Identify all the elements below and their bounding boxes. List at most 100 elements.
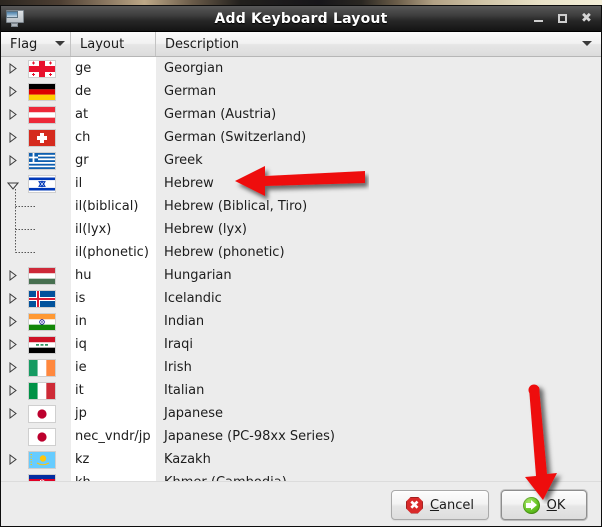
row-layout-code: ie (75, 360, 87, 375)
table-row[interactable]: it Italian (1, 379, 601, 402)
table-row[interactable]: at German (Austria) (1, 103, 601, 126)
table-row[interactable]: il(biblical) Hebrew (Biblical, Tiro) (1, 195, 601, 218)
table-row[interactable]: kz Kazakh (1, 448, 601, 471)
cancel-button-label: Cancel (430, 498, 474, 513)
row-flag-cell (1, 172, 71, 195)
expander-collapsed-icon[interactable] (8, 316, 18, 327)
row-description: Hebrew (lyx) (164, 222, 247, 237)
table-row[interactable]: iq Iraqi (1, 333, 601, 356)
title-bar[interactable]: Add Keyboard Layout ✖ (1, 6, 601, 32)
row-layout-code: iq (75, 337, 87, 352)
table-row[interactable]: de German (1, 80, 601, 103)
expander-collapsed-icon[interactable] (8, 408, 18, 419)
cancel-button[interactable]: ✖ Cancel (390, 490, 489, 520)
flag-icon-gr (29, 153, 55, 169)
ok-mnemonic: O (546, 497, 557, 513)
row-description: Georgian (164, 61, 224, 76)
flag-icon-ch (29, 130, 55, 146)
expander-collapsed-icon[interactable] (8, 293, 18, 304)
table-row[interactable]: ie Irish (1, 356, 601, 379)
row-layout-code: is (75, 291, 86, 306)
cancel-mnemonic: C (429, 497, 440, 513)
row-layout-code: ch (75, 130, 91, 145)
row-description: Hungarian (164, 268, 232, 283)
window-title: Add Keyboard Layout (214, 10, 388, 27)
table-row[interactable]: ge Georgian (1, 57, 601, 80)
expander-collapsed-icon[interactable] (8, 362, 18, 373)
row-description: Icelandic (164, 291, 222, 306)
row-description: German (Austria) (164, 107, 277, 122)
flag-icon-jp (29, 429, 55, 445)
ok-button[interactable]: OK (501, 490, 587, 520)
flag-icon-ge (29, 61, 55, 77)
table-row[interactable]: nec_vndr/jp Japanese (PC-98xx Series) (1, 425, 601, 448)
row-flag-cell (1, 379, 71, 402)
expander-collapsed-icon[interactable] (8, 270, 18, 281)
table-row[interactable]: il Hebrew (1, 172, 601, 195)
window-controls: ✖ (533, 12, 601, 25)
flag-icon-ie (29, 360, 55, 376)
chevron-down-icon[interactable] (582, 41, 592, 47)
minimize-button[interactable] (533, 12, 544, 25)
column-header-flag[interactable]: Flag (1, 32, 71, 56)
expander-collapsed-icon[interactable] (8, 155, 18, 166)
table-row[interactable]: jp Japanese (1, 402, 601, 425)
row-description: Italian (164, 383, 205, 398)
table-row[interactable]: gr Greek (1, 149, 601, 172)
expander-collapsed-icon[interactable] (8, 339, 18, 350)
flag-icon-de (29, 84, 55, 100)
row-flag-cell (1, 149, 71, 172)
table-row[interactable]: in Indian (1, 310, 601, 333)
row-flag-cell (1, 80, 71, 103)
chevron-down-icon[interactable] (55, 41, 65, 47)
row-layout-code: il(lyx) (75, 222, 112, 237)
row-layout-code: hu (75, 268, 92, 283)
row-layout-code: jp (75, 406, 87, 421)
expander-collapsed-icon[interactable] (8, 63, 18, 74)
ok-button-label: OK (547, 498, 566, 513)
flag-icon-il (29, 176, 55, 192)
add-keyboard-layout-dialog: Add Keyboard Layout ✖ Flag Layout Descri… (0, 5, 602, 527)
flag-icon-is (29, 291, 55, 307)
row-description: Hebrew (phonetic) (164, 245, 285, 260)
row-flag-cell (1, 241, 71, 264)
flag-icon-kz (29, 452, 55, 468)
expander-collapsed-icon[interactable] (8, 109, 18, 120)
expander-collapsed-icon[interactable] (8, 454, 18, 465)
tree-rows: ge Georgian de German at German (Austria) ch Ge… (1, 57, 601, 481)
column-header: Flag Layout Description (1, 32, 601, 57)
close-button[interactable]: ✖ (581, 12, 592, 25)
expander-collapsed-icon[interactable] (8, 132, 18, 143)
row-layout-code: il(phonetic) (75, 245, 149, 260)
table-row[interactable]: hu Hungarian (1, 264, 601, 287)
layout-tree-list[interactable]: ge Georgian de German at German (Austria) ch Ge… (1, 57, 601, 481)
flag-icon-hu (29, 268, 55, 284)
flag-icon-in (29, 314, 55, 330)
maximize-button[interactable] (557, 12, 568, 25)
expander-expanded-icon[interactable] (6, 179, 20, 190)
row-flag-cell (1, 126, 71, 149)
table-row[interactable]: is Icelandic (1, 287, 601, 310)
table-row[interactable]: il(phonetic) Hebrew (phonetic) (1, 241, 601, 264)
row-layout-code: in (75, 314, 87, 329)
column-header-description[interactable]: Description (156, 32, 601, 56)
row-description: Japanese (164, 406, 224, 421)
column-header-layout[interactable]: Layout (71, 32, 156, 56)
row-flag-cell (1, 402, 71, 425)
row-description: Kazakh (164, 452, 211, 467)
row-layout-code: kh (71, 475, 156, 481)
row-flag-cell (1, 264, 71, 287)
row-description: German (Switzerland) (164, 130, 307, 145)
table-row[interactable]: ch German (Switzerland) (1, 126, 601, 149)
expander-collapsed-icon[interactable] (8, 86, 18, 97)
row-description: Hebrew (164, 176, 214, 191)
row-layout-code: ge (75, 61, 92, 76)
table-row[interactable]: khKhmer (Cambodia) (1, 471, 601, 481)
expander-collapsed-icon[interactable] (8, 385, 18, 396)
row-flag-cell (1, 448, 71, 471)
row-description: Hebrew (Biblical, Tiro) (164, 199, 308, 214)
row-flag-cell (1, 195, 71, 218)
flag-icon-jp (29, 406, 55, 422)
table-row[interactable]: il(lyx) Hebrew (lyx) (1, 218, 601, 241)
dialog-button-bar: ✖ Cancel OK (1, 481, 601, 526)
